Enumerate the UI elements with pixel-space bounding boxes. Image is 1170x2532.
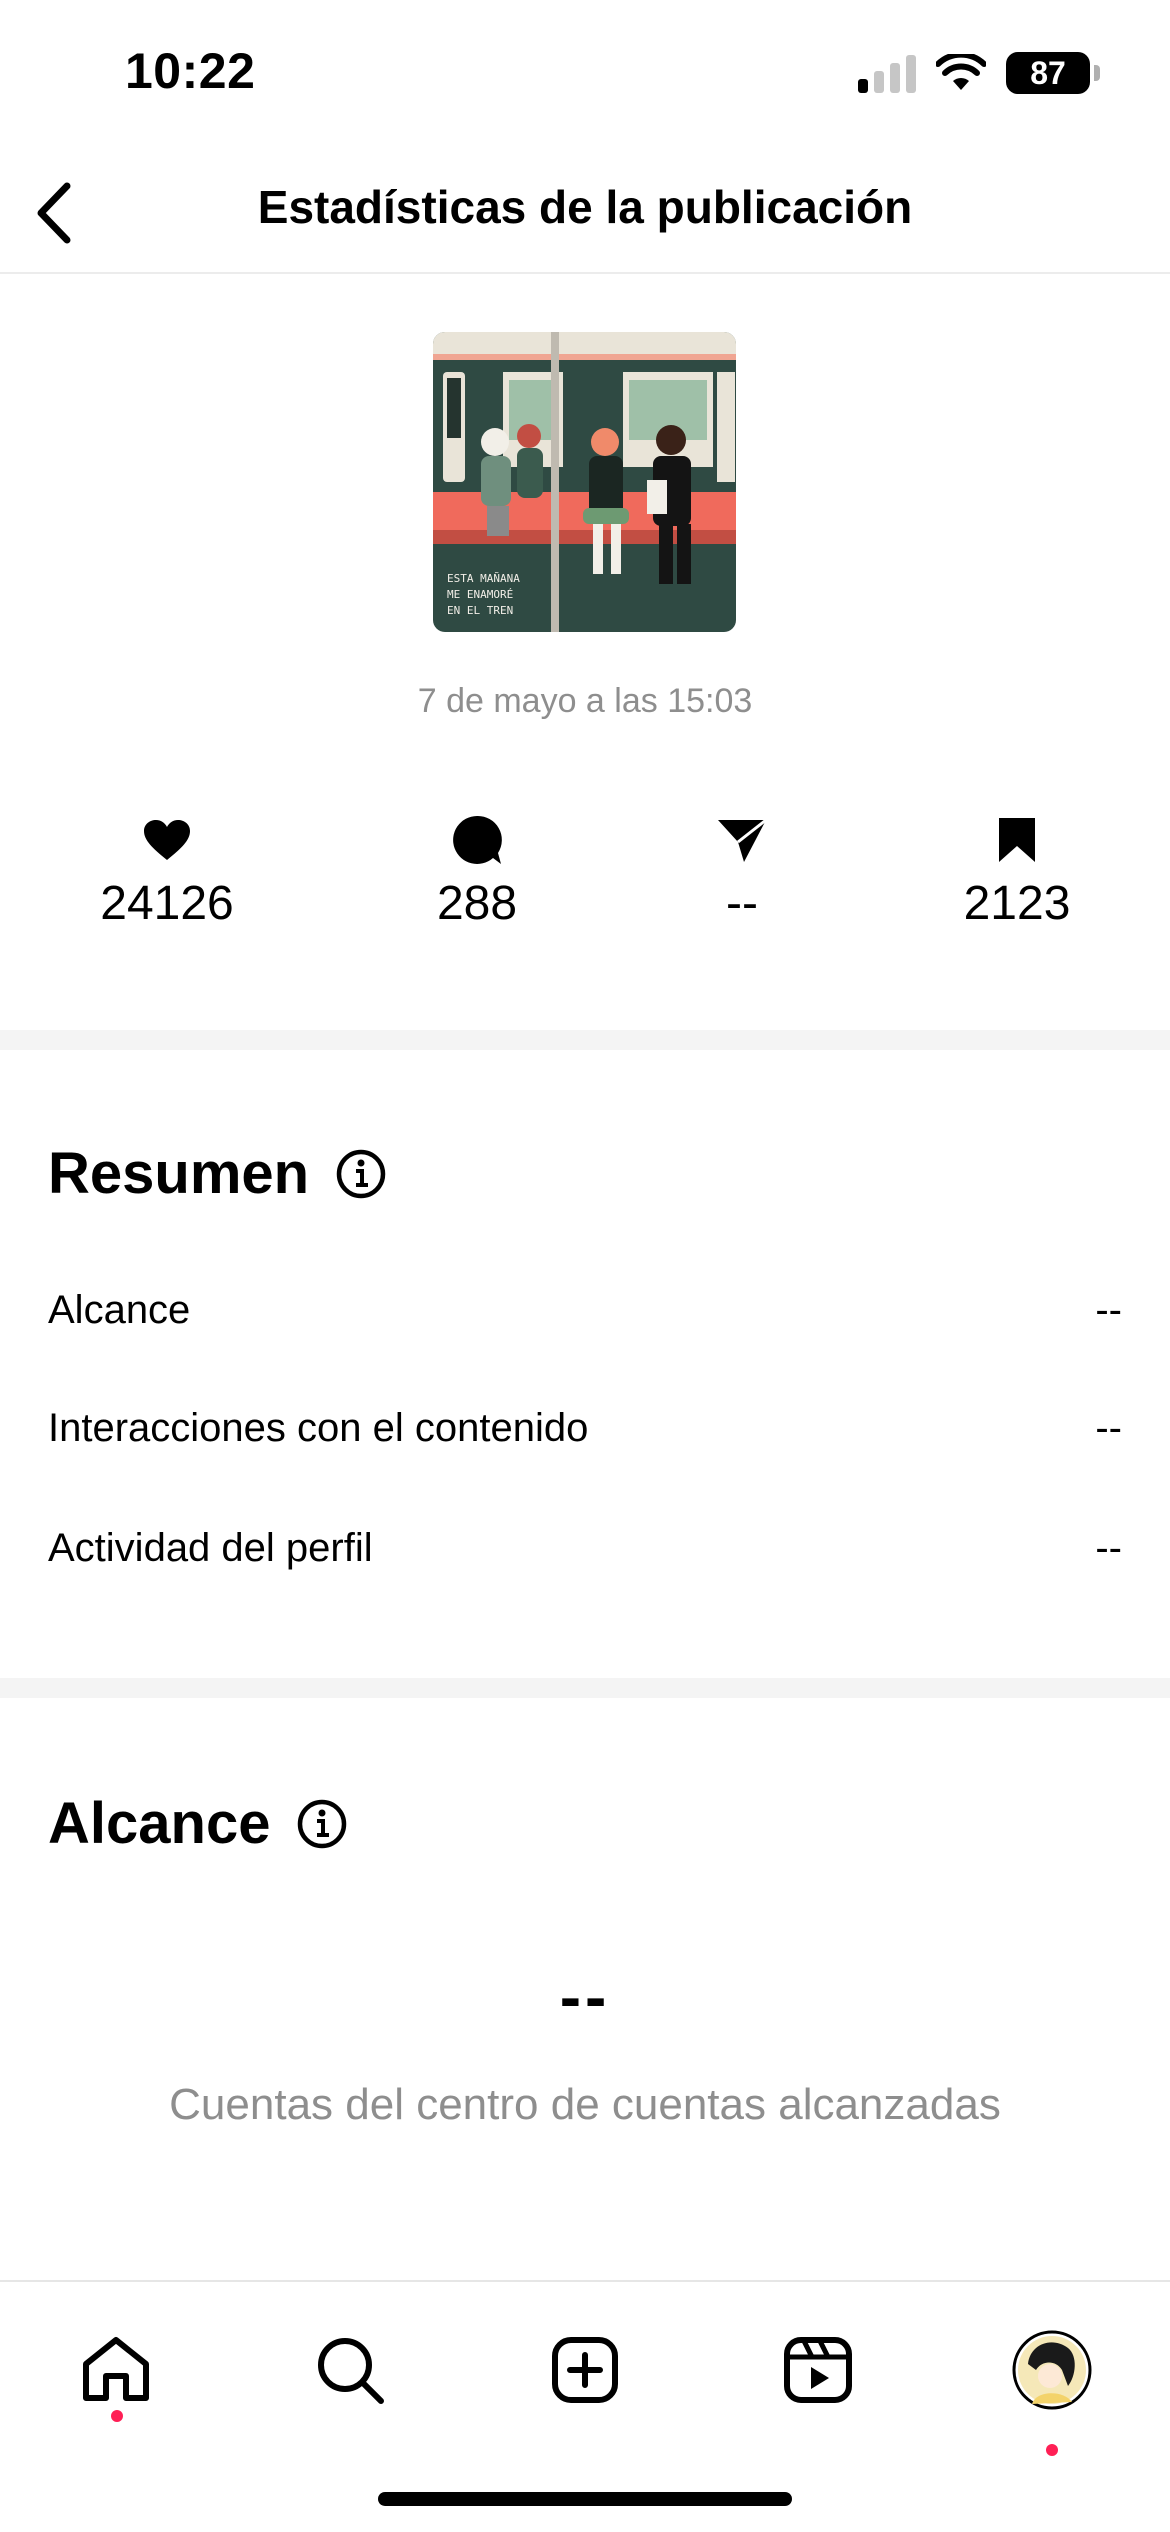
post-date: 7 de mayo a las 15:03: [417, 682, 753, 720]
home-icon: [83, 2337, 149, 2401]
reach-section-title: Alcance: [48, 1790, 348, 1857]
row-value: --: [1095, 1288, 1122, 1332]
row-value: --: [1095, 1526, 1122, 1570]
info-icon[interactable]: [296, 1798, 348, 1850]
row-label: Alcance: [48, 1288, 191, 1332]
comments-metric: 288: [367, 808, 587, 931]
shares-metric: --: [632, 808, 852, 931]
section-divider: [0, 1678, 1170, 1698]
post-thumbnail[interactable]: ESTA MAÑANA ME ENAMORÉ EN EL TREN: [433, 332, 736, 632]
summary-row-interactions[interactable]: Interacciones con el contenido --: [48, 1406, 1122, 1451]
info-icon[interactable]: [335, 1148, 387, 1200]
likes-metric: 24126: [57, 808, 277, 931]
home-notification-dot: [111, 2410, 123, 2422]
comments-count: 288: [436, 877, 518, 930]
nav-search[interactable]: [300, 2320, 400, 2420]
reach-value: --: [559, 1961, 611, 2033]
section-divider: [0, 1030, 1170, 1050]
status-bar: 10:22 87: [0, 0, 1170, 150]
comment-icon: [453, 815, 502, 864]
header: Estadísticas de la publicación: [0, 150, 1170, 274]
svg-text:ME ENAMORÉ: ME ENAMORÉ: [447, 588, 513, 601]
cellular-signal-icon: [858, 53, 916, 93]
home-indicator[interactable]: [378, 2492, 792, 2506]
summary-row-profile-activity[interactable]: Actividad del perfil --: [48, 1526, 1122, 1571]
reels-icon: [784, 2337, 852, 2403]
reach-label: Cuentas del centro de cuentas alcanzadas: [169, 2080, 1001, 2129]
heart-icon: [144, 820, 190, 860]
saves-metric: 2123: [907, 808, 1127, 931]
row-value: --: [1095, 1406, 1122, 1450]
search-icon: [318, 2338, 384, 2404]
profile-notification-dot: [1046, 2444, 1058, 2456]
page-title: Estadísticas de la publicación: [257, 181, 913, 233]
battery-icon: 87: [1006, 52, 1100, 94]
svg-text:EN EL TREN: EN EL TREN: [447, 604, 513, 617]
saves-count: 2123: [963, 877, 1071, 930]
share-icon: [718, 818, 767, 862]
shares-count: --: [726, 877, 758, 930]
post-illustration: ESTA MAÑANA ME ENAMORÉ EN EL TREN: [433, 332, 736, 632]
nav-create[interactable]: [535, 2320, 635, 2420]
nav-profile[interactable]: [1002, 2320, 1102, 2420]
row-label: Actividad del perfil: [48, 1526, 373, 1570]
svg-text:ESTA MAÑANA: ESTA MAÑANA: [447, 572, 520, 585]
likes-count: 24126: [100, 877, 234, 930]
summary-row-reach[interactable]: Alcance --: [48, 1288, 1122, 1333]
reach-title: Alcance: [48, 1791, 271, 1856]
status-icons: 87: [858, 52, 1100, 94]
nav-reels[interactable]: [768, 2320, 868, 2420]
wifi-icon: [936, 54, 986, 90]
summary-section-title: Resumen: [48, 1140, 387, 1207]
bookmark-icon: [999, 818, 1035, 862]
metrics-row: 24126 288 -- 2123: [0, 808, 1170, 948]
profile-avatar: [1012, 2330, 1092, 2410]
summary-title: Resumen: [48, 1141, 310, 1206]
create-icon: [552, 2337, 618, 2403]
battery-level: 87: [1030, 54, 1066, 91]
row-label: Interacciones con el contenido: [48, 1406, 589, 1450]
status-time: 10:22: [125, 43, 256, 99]
nav-home[interactable]: [66, 2320, 166, 2420]
